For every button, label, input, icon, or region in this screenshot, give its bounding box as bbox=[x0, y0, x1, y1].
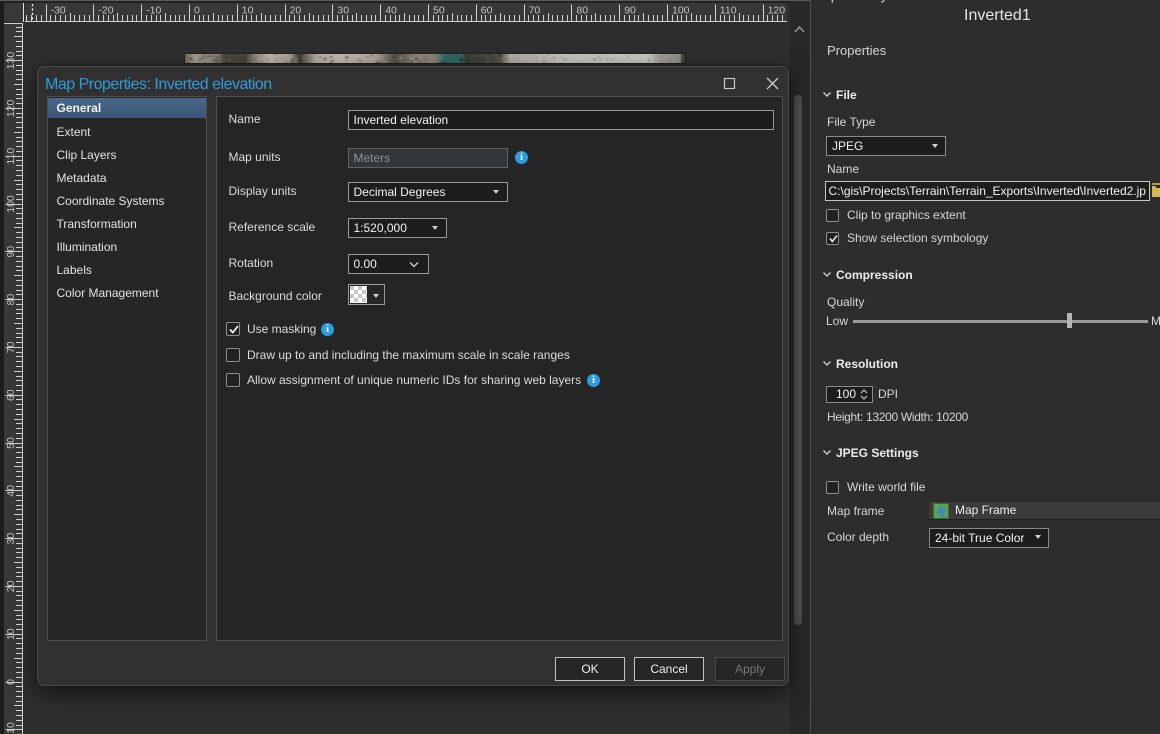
svg-text:30: 30 bbox=[337, 4, 349, 16]
svg-text:-20: -20 bbox=[98, 4, 113, 16]
svg-text:70: 70 bbox=[5, 341, 17, 353]
svg-text:0: 0 bbox=[194, 4, 200, 16]
svg-text:100: 100 bbox=[672, 4, 690, 16]
svg-text:120: 120 bbox=[5, 99, 17, 117]
svg-text:10: 10 bbox=[5, 628, 17, 640]
svg-text:110: 110 bbox=[5, 148, 17, 165]
svg-text:20: 20 bbox=[5, 580, 17, 592]
svg-text:-10: -10 bbox=[5, 722, 17, 734]
svg-text:50: 50 bbox=[433, 4, 445, 16]
svg-text:40: 40 bbox=[385, 4, 397, 16]
svg-text:130: 130 bbox=[5, 52, 17, 70]
svg-text:20: 20 bbox=[289, 4, 301, 16]
svg-text:90: 90 bbox=[624, 4, 636, 16]
svg-text:-30: -30 bbox=[50, 4, 65, 16]
svg-text:120: 120 bbox=[767, 4, 785, 16]
svg-text:80: 80 bbox=[576, 4, 588, 16]
svg-text:10: 10 bbox=[241, 4, 253, 16]
svg-text:60: 60 bbox=[480, 4, 492, 16]
svg-text:110: 110 bbox=[719, 4, 736, 16]
svg-text:80: 80 bbox=[5, 294, 17, 306]
svg-text:40: 40 bbox=[5, 485, 17, 497]
svg-text:30: 30 bbox=[5, 533, 17, 545]
svg-text:60: 60 bbox=[5, 389, 17, 401]
svg-text:0: 0 bbox=[5, 679, 17, 685]
svg-text:90: 90 bbox=[5, 246, 17, 258]
svg-text:50: 50 bbox=[5, 437, 17, 449]
svg-text:-10: -10 bbox=[146, 4, 161, 16]
svg-text:70: 70 bbox=[528, 4, 540, 16]
svg-text:100: 100 bbox=[5, 195, 17, 213]
